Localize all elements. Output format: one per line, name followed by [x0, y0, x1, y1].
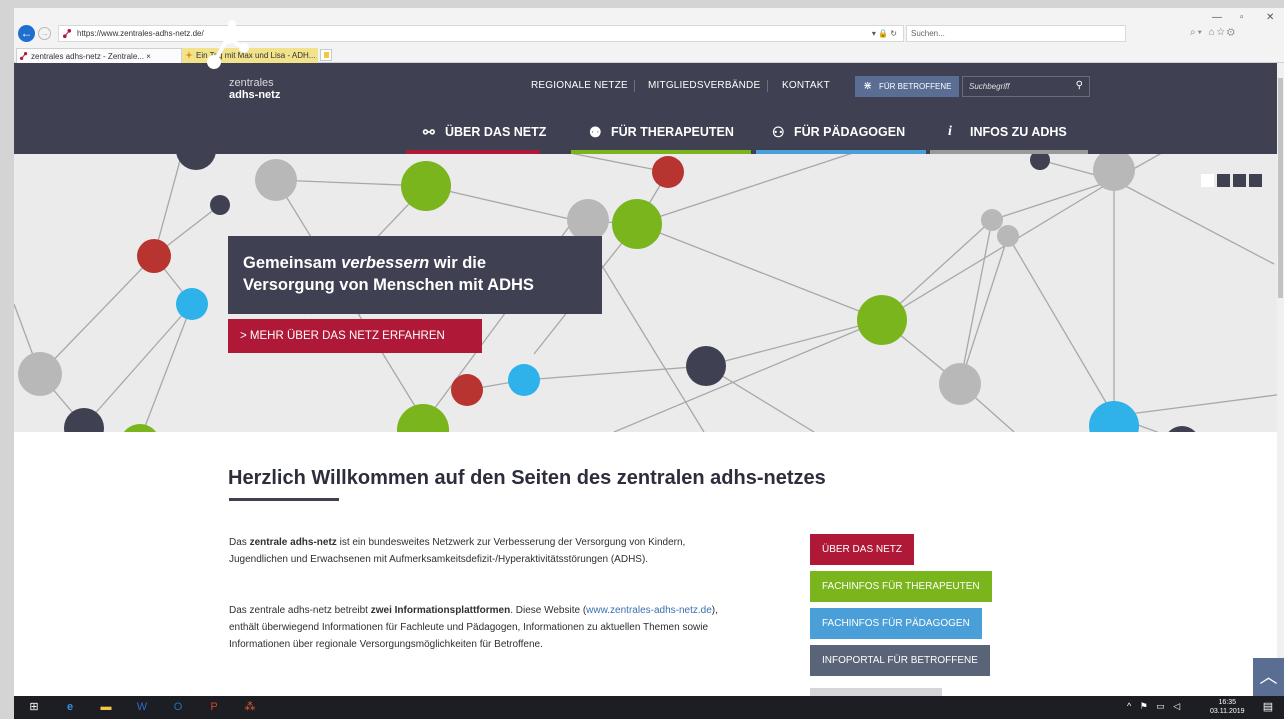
- address-url: https://www.zentrales-adhs-netz.de/: [77, 29, 204, 38]
- fachinfos-therapeuten-button[interactable]: FACHINFOS FÜR THERAPEUTEN: [810, 571, 992, 602]
- slider-dot[interactable]: [1249, 174, 1262, 187]
- slider-pagination: [1201, 174, 1265, 192]
- fachinfos-paedagogen-button[interactable]: FACHINFOS FÜR PÄDAGOGEN: [810, 608, 982, 639]
- topnav-divider: [634, 80, 635, 92]
- topnav-mitgliedsverbaende[interactable]: MITGLIEDSVERBÄNDE: [648, 80, 760, 91]
- para-text: . Diese Website (: [510, 605, 587, 616]
- search-icon[interactable]: ⚲: [1076, 80, 1083, 91]
- chevron-up-icon: ︿: [1259, 667, 1278, 687]
- screen: ← → https://www.zentrales-adhs-netz.de/ …: [0, 0, 1284, 719]
- site-favicon-icon: [63, 29, 72, 38]
- edge-browser-icon[interactable]: e: [64, 701, 76, 713]
- close-icon[interactable]: ✕: [1266, 12, 1274, 23]
- forward-icon[interactable]: →: [38, 27, 51, 40]
- para-text: Das zentrale adhs-netz betreibt: [229, 605, 371, 616]
- title-underline: [229, 498, 339, 501]
- group-icon: ⚇: [772, 124, 785, 140]
- topnav-regionale-netze[interactable]: REGIONALE NETZE: [531, 80, 628, 91]
- mainnav-label: ÜBER DAS NETZ: [445, 125, 547, 139]
- people-icon: ⚉: [589, 124, 602, 140]
- logo-line1: zentrales: [229, 77, 274, 89]
- site-search-input[interactable]: Suchbegriff ⚲: [962, 76, 1090, 97]
- tab-favicon-icon: [185, 51, 193, 59]
- adhs-netz-logo-icon[interactable]: [200, 14, 270, 84]
- site-search-placeholder: Suchbegriff: [969, 82, 1010, 91]
- para-text: Das: [229, 537, 250, 548]
- notifications-icon[interactable]: ▤: [1262, 701, 1274, 713]
- topnav-kontakt[interactable]: KONTAKT: [782, 80, 830, 91]
- windows-start-icon[interactable]: ⊞: [28, 701, 40, 713]
- lock-refresh-icon[interactable]: ▾ 🔒 ↻: [872, 26, 897, 41]
- website-link[interactable]: www.zentrales-adhs-netz.de: [586, 605, 712, 616]
- clock-time: 16:35: [1218, 699, 1237, 706]
- topnav-divider: [767, 80, 768, 92]
- outlook-icon[interactable]: O: [172, 701, 184, 713]
- powerpoint-icon[interactable]: P: [208, 701, 220, 713]
- frame-top: [0, 0, 1284, 8]
- fuer-betroffene-button[interactable]: ⋇ FÜR BETROFFENE: [855, 76, 959, 97]
- file-explorer-icon[interactable]: ▬: [100, 701, 112, 713]
- hero-headline-line2: Versorgung von Menschen mit ADHS: [243, 276, 534, 294]
- clock-date: 03.11.2019: [1210, 708, 1245, 715]
- hero-text: Gemeinsam: [243, 254, 337, 272]
- intro-paragraph: Das zentrale adhs-netz ist ein bundeswei…: [229, 534, 729, 568]
- new-tab-icon[interactable]: [320, 49, 332, 61]
- mainnav-infos-zu-adhs[interactable]: i INFOS ZU ADHS: [948, 122, 1067, 152]
- mainnav-label: FÜR THERAPEUTEN: [611, 125, 734, 139]
- hero-emphasis: verbessern: [341, 254, 430, 272]
- betroffene-label: FÜR BETROFFENE: [879, 82, 952, 91]
- mainnav-label: INFOS ZU ADHS: [970, 125, 1067, 139]
- back-icon[interactable]: ←: [18, 25, 35, 42]
- network-icon: ⚯: [423, 124, 435, 140]
- system-tray-icons[interactable]: ^ ⚑ ▭ ◁: [1127, 701, 1183, 712]
- browser-search-input[interactable]: Suchen...: [906, 25, 1126, 42]
- slider-dot[interactable]: [1201, 174, 1214, 187]
- para-bold: zentrale adhs-netz: [249, 537, 337, 548]
- tab-favicon-icon: [20, 52, 28, 60]
- hero-text: wir die: [433, 254, 487, 272]
- ueber-das-netz-button[interactable]: ÜBER DAS NETZ: [810, 534, 915, 565]
- platforms-paragraph: Das zentrale adhs-netz betreibt zwei Inf…: [229, 602, 729, 653]
- taskbar-clock[interactable]: 16:35 03.11.2019: [1210, 698, 1245, 716]
- hero-banner: Gemeinsam verbessern wir die Versorgung …: [14, 154, 1284, 432]
- mainnav-fuer-therapeuten[interactable]: ⚉ FÜR THERAPEUTEN: [589, 122, 734, 152]
- network-illustration: [14, 154, 1284, 432]
- mainnav-fuer-paedagogen[interactable]: ⚇ FÜR PÄDAGOGEN: [772, 122, 905, 152]
- page-title: Herzlich Willkommen auf den Seiten des z…: [228, 467, 826, 489]
- scrollbar-thumb[interactable]: [1278, 78, 1283, 298]
- back-to-top-button[interactable]: ︿: [1253, 658, 1284, 696]
- network-icon: ⋇: [863, 80, 873, 92]
- windows-taskbar: ⊞ e ▬ W O P ⁂ ^ ⚑ ▭ ◁ 16:35 03.11.2019 ▤: [14, 696, 1284, 719]
- address-bar[interactable]: https://www.zentrales-adhs-netz.de/ ▾ 🔒 …: [58, 25, 904, 42]
- hero-headline-line1: Gemeinsam verbessern wir die: [243, 252, 602, 274]
- info-icon: i: [948, 124, 952, 139]
- mainnav-label: FÜR PÄDAGOGEN: [794, 125, 906, 139]
- app-icon[interactable]: ⁂: [244, 701, 256, 713]
- logo-line2: adhs-netz: [229, 89, 281, 101]
- word-icon[interactable]: W: [136, 701, 148, 713]
- hero-headline-box: Gemeinsam verbessern wir die Versorgung …: [228, 236, 602, 314]
- maximize-icon[interactable]: ▫: [1240, 12, 1244, 23]
- para-bold: zwei Informationsplattformen: [370, 605, 511, 616]
- slider-dot[interactable]: [1233, 174, 1246, 187]
- minimize-icon[interactable]: —: [1212, 12, 1222, 23]
- mainnav-ueber-das-netz[interactable]: ⚯ ÜBER DAS NETZ: [423, 122, 546, 152]
- slider-dot[interactable]: [1217, 174, 1230, 187]
- tab-zentrales[interactable]: zentrales adhs-netz - Zentrale... ×: [16, 48, 182, 63]
- infoportal-betroffene-button[interactable]: INFOPORTAL FÜR BETROFFENE: [810, 645, 990, 676]
- tab-label: zentrales adhs-netz - Zentrale... ×: [31, 52, 151, 61]
- hero-cta-button[interactable]: > MEHR ÜBER DAS NETZ ERFAHREN: [228, 319, 482, 353]
- browser-toolbar-icons[interactable]: ⌕▾ ⌂☆⚙: [1190, 27, 1237, 38]
- frame-left: [0, 0, 14, 719]
